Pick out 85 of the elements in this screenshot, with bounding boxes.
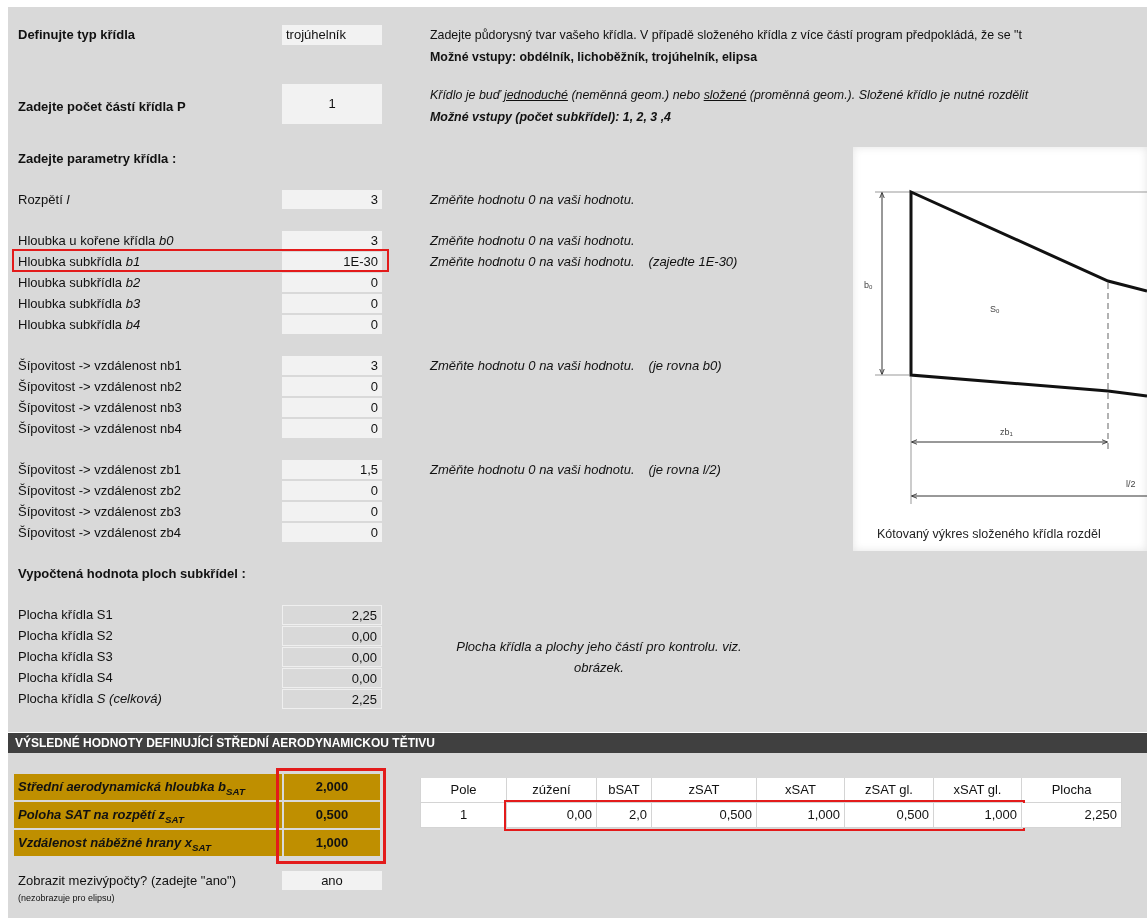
dimension-label: zb$_{1}$ (1000, 427, 1013, 437)
result-value: 2,000 (284, 774, 380, 800)
remark-text: (je rovna b0) (648, 358, 722, 373)
field-label: Zobrazit mezivýpočty? (zadejte "ano") (18, 873, 238, 888)
field-label: Šípovitost -> vzdálenost nb3 (18, 400, 183, 415)
table-cell: 0,500 (845, 803, 934, 828)
result-value: 1,000 (284, 830, 380, 856)
column-header: Pole (420, 778, 507, 803)
hint-text: Změňte hodnotu 0 na vaši hodnotu. (430, 192, 635, 207)
column-header: Plocha (1022, 778, 1122, 803)
field-label: Hloubka subkřídla b3 (18, 296, 142, 311)
section-header-bar: VÝSLEDNÉ HODNOTY DEFINUJÍCÍ STŘEDNÍ AERODYNAMICKOU TĚTIVU (8, 732, 1147, 753)
value-cell: 0,00 (282, 646, 382, 667)
table-cell: 0,00 (507, 803, 597, 828)
field-label: Hloubka u kořene křídla b0 (18, 233, 175, 248)
hint-text: Plocha křídla a plochy jeho částí pro kontrolu. viz. obrázek. (455, 637, 743, 677)
section-heading: Vypočtená hodnota ploch subkřídel : (18, 565, 247, 583)
field-label: Rozpětí l (18, 192, 71, 207)
instruction-text: Možné vstupy: obdélník, lichoběžník, trojúhelník, elipsa (430, 49, 759, 66)
input-field[interactable]: 3 (282, 190, 382, 209)
input-field[interactable]: 0 (282, 398, 382, 417)
input-field[interactable]: 3 (282, 356, 382, 375)
field-label: Definujte typ křídla (18, 26, 137, 44)
field-label: Šípovitost -> vzdálenost zb1 (18, 462, 182, 477)
field-label: Plocha křídla S (celková) (18, 691, 163, 706)
column-header: zSAT gl. (845, 778, 934, 803)
result-label: Střední aerodynamická hloubka b$_{SAT}$ (14, 774, 282, 800)
column-header: xSAT (757, 778, 845, 803)
input-field[interactable]: 0 (282, 419, 382, 438)
column-header: zSAT (652, 778, 757, 803)
hint-text: Změňte hodnotu 0 na vaši hodnotu. (430, 233, 635, 248)
field-label: Plocha křídla S3 (18, 649, 114, 664)
result-value: 0,500 (284, 802, 380, 828)
field-label: Hloubka subkřídla b1 (18, 254, 142, 269)
table-cell: 2,250 (1022, 803, 1122, 828)
value-cell: 2,25 (282, 604, 382, 625)
value-cell: 0,00 (282, 625, 382, 646)
area-label: S$_{0}$ (990, 304, 1000, 314)
input-field[interactable]: 0 (282, 273, 382, 292)
diagram-caption: Kótovaný výkres složeného křídla rozděl (877, 527, 1101, 541)
field-label: Šípovitost -> vzdálenost zb2 (18, 483, 182, 498)
input-field[interactable]: ano (282, 871, 382, 890)
input-field[interactable]: 0 (282, 481, 382, 500)
input-field[interactable]: 1,5 (282, 460, 382, 479)
hint-text: (nezobrazuje pro elipsu) (17, 893, 116, 903)
input-field[interactable]: 1 (282, 84, 382, 124)
hint-text: Změňte hodnotu 0 na vaši hodnotu. (430, 358, 635, 373)
input-field[interactable]: 0 (282, 377, 382, 396)
dimension-label: l/2 (1126, 479, 1136, 489)
dimension-label: b$_{0}$ (864, 280, 873, 290)
column-header: xSAT gl. (934, 778, 1022, 803)
field-label: Šípovitost -> vzdálenost zb3 (18, 504, 182, 519)
result-label: Poloha SAT na rozpětí z$_{SAT}$ (14, 802, 282, 828)
section-heading: Zadejte parametry křídla : (18, 150, 178, 168)
input-field[interactable]: 0 (282, 315, 382, 334)
table-cell: 0,500 (652, 803, 757, 828)
input-field[interactable]: 0 (282, 523, 382, 542)
field-label: Plocha křídla S1 (18, 607, 114, 622)
field-label: Šípovitost -> vzdálenost nb4 (18, 421, 183, 436)
table-cell: 1,000 (757, 803, 845, 828)
field-label: Hloubka subkřídla b2 (18, 275, 142, 290)
remark-text: (je rovna l/2) (648, 462, 721, 477)
input-field[interactable]: trojúhelník (282, 25, 382, 45)
column-header: bSAT (597, 778, 652, 803)
value-cell: 2,25 (282, 688, 382, 709)
field-label: Šípovitost -> vzdálenost zb4 (18, 525, 182, 540)
instruction-text: Možné vstupy (počet subkřídel): 1, 2, 3 ,4 (430, 109, 672, 126)
hint-text: Změňte hodnotu 0 na vaši hodnotu. (430, 254, 635, 269)
table-cell: 1,000 (934, 803, 1022, 828)
input-field[interactable]: 0 (282, 502, 382, 521)
result-label: Vzdálenost náběžné hrany x$_{SAT}$ (14, 830, 282, 856)
input-field[interactable]: 0 (282, 294, 382, 313)
field-label: Zadejte počet částí křídla P (18, 98, 187, 114)
field-label: Šípovitost -> vzdálenost nb1 (18, 358, 183, 373)
table-cell: 2,0 (597, 803, 652, 828)
column-header: zúžení (507, 778, 597, 803)
value-cell: 0,00 (282, 667, 382, 688)
field-label: Plocha křídla S2 (18, 628, 114, 643)
table-cell: 1 (420, 803, 507, 828)
field-label: Hloubka subkřídla b4 (18, 317, 142, 332)
remark-text: (zajedte 1E-30) (648, 254, 738, 269)
instruction-text: Zadejte půdorysný tvar vašeho křídla. V případě složeného křídla z více částí program předpokládá, že se "t (430, 27, 1023, 44)
field-label: Plocha křídla S4 (18, 670, 114, 685)
hint-text: Změňte hodnotu 0 na vaši hodnotu. (430, 462, 635, 477)
field-label: Šípovitost -> vzdálenost nb2 (18, 379, 183, 394)
